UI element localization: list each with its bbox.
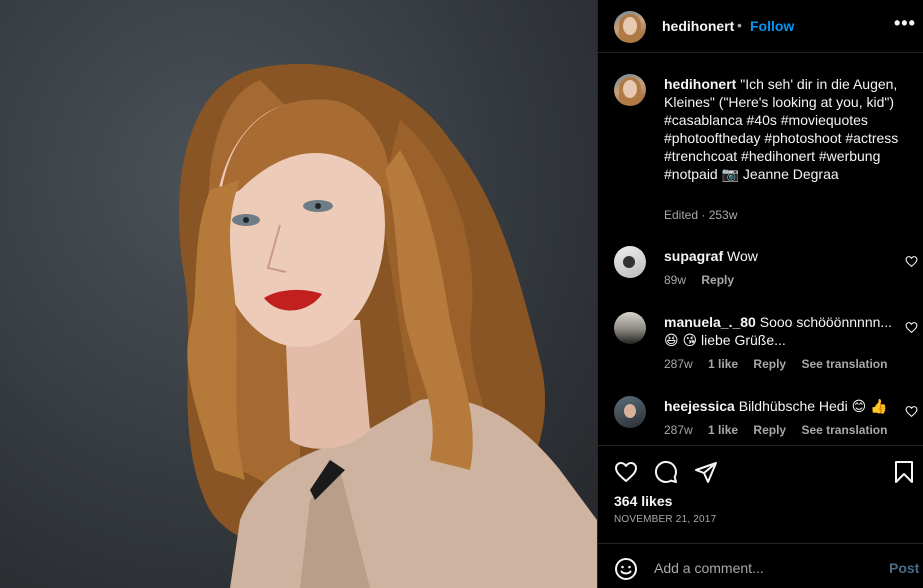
post-sidebar: hedihonert • Follow ••• hedihonert "Ich …	[597, 0, 923, 588]
comment-text: Bildhübsche Hedi 😊 👍	[738, 398, 888, 414]
comment-likes[interactable]: 1 like	[708, 423, 738, 437]
comment-icon[interactable]	[654, 460, 678, 484]
comment-username[interactable]: heejessica	[664, 398, 735, 414]
comment-meta: 89w Reply	[664, 273, 746, 287]
caption-username[interactable]: hedihonert	[664, 76, 736, 92]
heart-small-icon[interactable]	[905, 405, 918, 418]
follow-button[interactable]: Follow	[750, 18, 794, 34]
emoji-icon[interactable]	[614, 557, 638, 581]
see-translation-button[interactable]: See translation	[801, 357, 887, 371]
caption-avatar[interactable]	[614, 74, 646, 106]
see-translation-button[interactable]: See translation	[801, 423, 887, 437]
caption-edited: Edited · 253w	[664, 208, 738, 222]
comment-username[interactable]: manuela_._80	[664, 314, 756, 330]
author-username[interactable]: hedihonert	[662, 18, 734, 34]
comment-meta: 287w 1 like Reply See translation	[664, 423, 899, 437]
comment-likes[interactable]: 1 like	[708, 357, 738, 371]
comment: heejessica Bildhübsche Hedi 😊 👍	[664, 397, 896, 415]
more-icon[interactable]: •••	[894, 13, 916, 34]
heart-small-icon[interactable]	[905, 255, 918, 268]
likes-count[interactable]: 364 likes	[614, 493, 672, 509]
heart-small-icon[interactable]	[905, 321, 918, 334]
comment: manuela_._80 Sooo schööönnnnn... 😆 😘 lie…	[664, 313, 896, 349]
comment-age: 89w	[664, 273, 687, 287]
comment-username[interactable]: supagraf	[664, 248, 723, 264]
share-icon[interactable]	[694, 460, 718, 484]
reply-button[interactable]: Reply	[701, 273, 734, 287]
comment-input[interactable]	[654, 559, 874, 577]
comment-avatar[interactable]	[614, 396, 646, 428]
comment-avatar[interactable]	[614, 246, 646, 278]
post-date: NOVEMBER 21, 2017	[614, 514, 717, 525]
post-header: hedihonert • Follow •••	[598, 0, 923, 53]
post-photo[interactable]	[0, 0, 597, 588]
comment-meta: 287w 1 like Reply See translation	[664, 357, 899, 371]
reply-button[interactable]: Reply	[753, 357, 786, 371]
post-comment-button[interactable]: Post	[889, 560, 919, 576]
author-avatar[interactable]	[614, 11, 646, 43]
comments-list[interactable]: hedihonert "Ich seh' dir in die Augen, K…	[598, 54, 923, 446]
comment-avatar[interactable]	[614, 312, 646, 344]
comment: supagraf Wow	[664, 247, 896, 265]
comment-text: Wow	[727, 248, 758, 264]
portrait-image	[178, 63, 597, 588]
bookmark-icon[interactable]	[892, 460, 916, 484]
caption: hedihonert "Ich seh' dir in die Augen, K…	[664, 75, 914, 183]
comment-age: 287w	[664, 423, 693, 437]
comment-age: 287w	[664, 357, 693, 371]
post-actions: 364 likes NOVEMBER 21, 2017	[598, 446, 923, 544]
add-comment-bar: Post	[598, 545, 923, 588]
header-separator: •	[737, 17, 742, 33]
reply-button[interactable]: Reply	[753, 423, 786, 437]
heart-icon[interactable]	[614, 460, 638, 484]
